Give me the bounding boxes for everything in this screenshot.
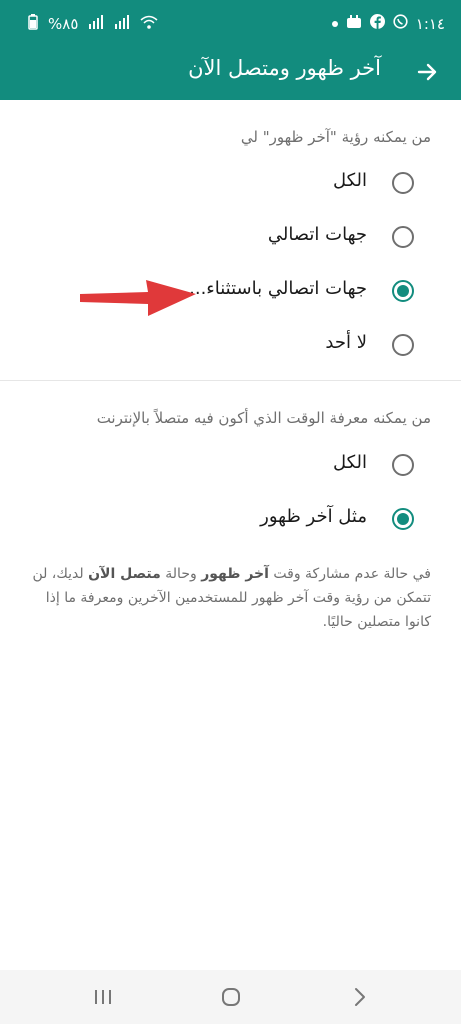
system-navigation-bar [0,970,461,1024]
app-bar: %٨٥ ١:١٤ آخر ظهور ومتصل الآن [0,0,461,100]
whatsapp-icon [393,14,408,33]
notification-dot [331,20,338,27]
option-label: لا أحد [325,332,367,353]
back-arrow-icon[interactable] [409,54,445,90]
radio-button[interactable] [392,334,414,356]
last-seen-option-everyone[interactable]: الكل [0,158,461,212]
radio-button-selected[interactable] [392,280,414,302]
game-icon [346,14,362,33]
radio-button[interactable] [392,454,414,476]
note-bold-last-seen: آخر ظهور [201,566,269,582]
annotation-arrow [80,280,196,316]
battery-icon [28,14,38,34]
radio-button[interactable] [392,172,414,194]
clock: ١:١٤ [415,14,445,33]
home-icon[interactable] [218,984,244,1010]
option-label: الكل [332,170,367,191]
radio-button[interactable] [392,226,414,248]
status-right: ١:١٤ [331,14,445,33]
title-row: آخر ظهور ومتصل الآن [0,44,461,100]
wifi-icon [140,15,158,33]
status-bar: %٨٥ ١:١٤ [0,0,461,44]
online-label: من يمكنه معرفة الوقت الذي أكون فيه متصلا… [96,409,431,427]
back-nav-icon[interactable] [346,984,372,1010]
online-option-same-as-last-seen[interactable]: مثل آخر ظهور [0,494,461,548]
last-seen-section: من يمكنه رؤية "آخر ظهور" لي الكل جهات ات… [0,100,461,380]
option-label: الكل [332,452,367,473]
last-seen-option-nobody[interactable]: لا أحد [0,320,461,374]
info-note: في حالة عدم مشاركة وقت آخر ظهور وحالة مت… [26,562,431,634]
note-text: في حالة عدم مشاركة وقت [268,566,431,582]
status-left: %٨٥ [28,14,158,34]
online-option-everyone[interactable]: الكل [0,440,461,494]
option-label: جهات اتصالي [267,224,367,245]
facebook-icon [369,14,385,33]
last-seen-option-contacts[interactable]: جهات اتصالي [0,212,461,266]
signal-icon [88,15,104,33]
option-label: جهات اتصالي باستثناء... [189,278,367,299]
page-title: آخر ظهور ومتصل الآن [188,56,381,80]
note-text: وحالة [160,566,202,582]
last-seen-option-contacts-except[interactable]: جهات اتصالي باستثناء... [0,266,461,320]
signal-icon-2 [114,15,130,33]
last-seen-label: من يمكنه رؤية "آخر ظهور" لي [240,128,431,146]
option-label: مثل آخر ظهور [260,506,367,527]
radio-button-selected[interactable] [392,508,414,530]
battery-percent: %٨٥ [48,15,79,33]
online-section: من يمكنه معرفة الوقت الذي أكون فيه متصلا… [0,381,461,551]
recents-icon[interactable] [90,984,116,1010]
note-bold-online: متصل الآن [88,566,161,582]
